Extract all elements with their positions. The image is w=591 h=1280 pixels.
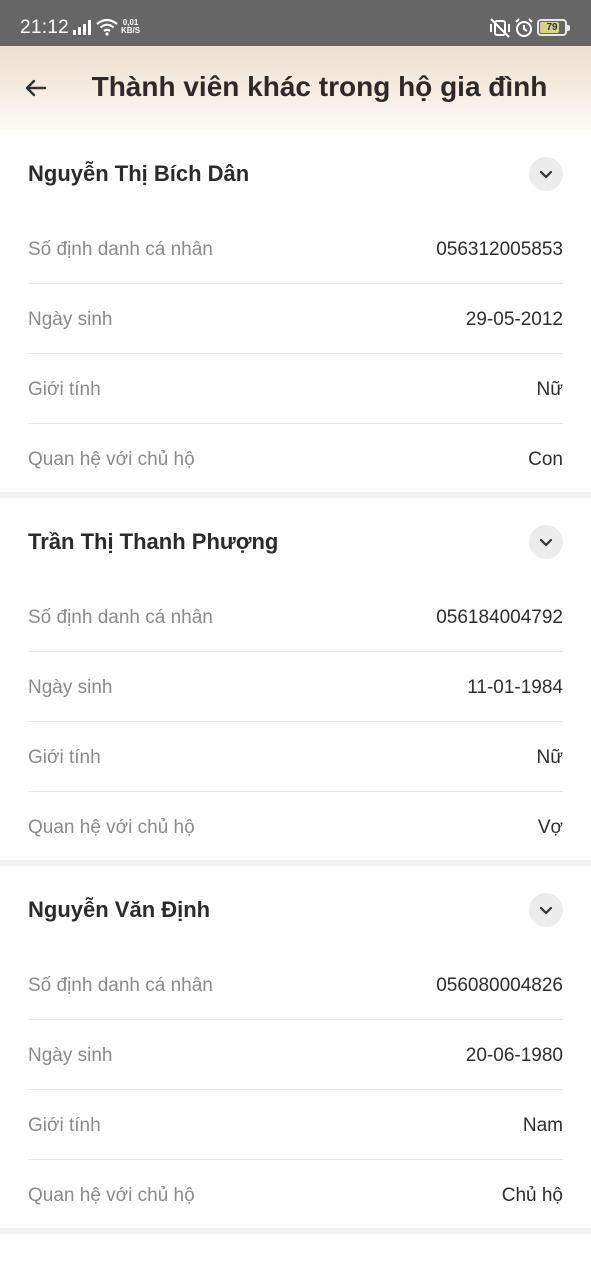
detail-row-dob: Ngày sinh 20-06-1980 <box>28 1020 563 1090</box>
wifi-icon <box>96 18 118 36</box>
id-label: Số định danh cá nhân <box>28 239 213 260</box>
id-value: 056312005853 <box>436 239 563 260</box>
gender-value: Nam <box>522 1115 563 1136</box>
dob-value: 11-01-1984 <box>467 677 563 698</box>
network-speed: 0,01 KB/S <box>121 19 140 35</box>
expand-button[interactable] <box>529 525 563 559</box>
dob-value: 20-06-1980 <box>465 1045 563 1066</box>
detail-row-relation: Quan hệ với chủ hộ Con <box>28 424 563 494</box>
gender-value: Nữ <box>536 747 563 768</box>
id-label: Số định danh cá nhân <box>28 607 213 628</box>
relation-label: Quan hệ với chủ hộ <box>28 1185 195 1206</box>
gender-label: Giới tính <box>28 747 101 768</box>
status-time: 21:12 <box>20 17 70 38</box>
dob-label: Ngày sinh <box>28 309 113 330</box>
expand-button[interactable] <box>529 157 563 191</box>
detail-row-id: Số định danh cá nhân 056184004792 <box>28 582 563 652</box>
detail-row-id: Số định danh cá nhân 056312005853 <box>28 214 563 284</box>
expand-button[interactable] <box>529 893 563 927</box>
member-card: Nguyễn Văn Định Số định danh cá nhân 056… <box>0 860 591 1228</box>
detail-row-dob: Ngày sinh 29-05-2012 <box>28 284 563 354</box>
detail-row-gender: Giới tính Nữ <box>28 722 563 792</box>
page-title: Thành viên khác trong hộ gia đình <box>91 71 548 102</box>
chevron-down-icon <box>539 170 553 179</box>
member-name: Nguyễn Thị Bích Dân <box>28 161 250 186</box>
signal-icon <box>73 20 91 35</box>
dob-label: Ngày sinh <box>28 677 113 698</box>
id-value: 056080004826 <box>436 975 563 996</box>
member-card-header[interactable]: Nguyễn Văn Định <box>28 893 563 927</box>
gender-label: Giới tính <box>28 379 101 400</box>
battery-icon: 79 <box>537 19 570 36</box>
member-list: Nguyễn Thị Bích Dân Số định danh cá nhân… <box>0 130 591 1234</box>
battery-level: 79 <box>546 22 558 33</box>
chevron-down-icon <box>539 906 553 915</box>
member-details: Số định danh cá nhân 056184004792 Ngày s… <box>28 582 563 862</box>
member-name: Trần Thị Thanh Phượng <box>28 529 279 554</box>
id-label: Số định danh cá nhân <box>28 975 213 996</box>
detail-row-id: Số định danh cá nhân 056080004826 <box>28 950 563 1020</box>
detail-row-gender: Giới tính Nam <box>28 1090 563 1160</box>
member-card: Trần Thị Thanh Phượng Số định danh cá nh… <box>0 492 591 860</box>
detail-row-relation: Quan hệ với chủ hộ Chủ hộ <box>28 1160 563 1230</box>
relation-value: Chủ hộ <box>501 1185 563 1206</box>
gender-value: Nữ <box>536 379 563 400</box>
app-header: Thành viên khác trong hộ gia đình <box>0 46 591 130</box>
member-details: Số định danh cá nhân 056080004826 Ngày s… <box>28 950 563 1230</box>
member-card: Nguyễn Thị Bích Dân Số định danh cá nhân… <box>0 130 591 492</box>
dob-value: 29-05-2012 <box>465 309 563 330</box>
member-card-header[interactable]: Trần Thị Thanh Phượng <box>28 525 563 559</box>
alarm-icon <box>515 18 533 37</box>
member-name: Nguyễn Văn Định <box>28 897 211 922</box>
detail-row-dob: Ngày sinh 11-01-1984 <box>28 652 563 722</box>
vibrate-off-icon <box>490 18 510 38</box>
member-details: Số định danh cá nhân 056312005853 Ngày s… <box>28 214 563 494</box>
gender-label: Giới tính <box>28 1115 101 1136</box>
detail-row-gender: Giới tính Nữ <box>28 354 563 424</box>
relation-value: Vợ <box>537 817 563 838</box>
member-card-header[interactable]: Nguyễn Thị Bích Dân <box>28 157 563 191</box>
status-bar: 21:12 0,01 KB/S 79 <box>0 0 591 46</box>
detail-row-relation: Quan hệ với chủ hộ Vợ <box>28 792 563 862</box>
chevron-down-icon <box>539 538 553 547</box>
relation-label: Quan hệ với chủ hộ <box>28 449 195 470</box>
network-speed-unit: KB/S <box>121 26 141 35</box>
relation-label: Quan hệ với chủ hộ <box>28 817 195 838</box>
id-value: 056184004792 <box>436 607 563 628</box>
dob-label: Ngày sinh <box>28 1045 113 1066</box>
relation-value: Con <box>528 449 563 470</box>
